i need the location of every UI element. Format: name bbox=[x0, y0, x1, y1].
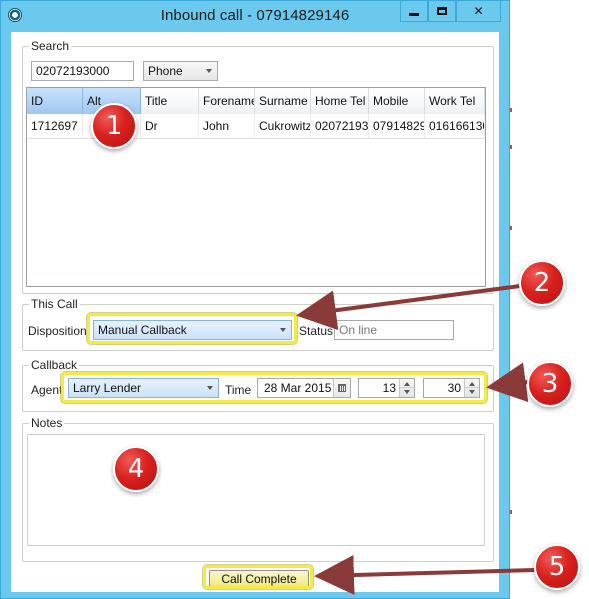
table-cell-mobile: 0791482914 bbox=[369, 114, 425, 138]
annotation-marker-1: 1 bbox=[91, 103, 137, 149]
annotation-marker-4: 4 bbox=[113, 446, 159, 492]
column-header-home-tel[interactable]: Home Tel bbox=[311, 88, 369, 114]
table-cell-work-tel: 0161661300 bbox=[425, 114, 485, 138]
edge-artifact bbox=[510, 108, 512, 112]
status-field: On line bbox=[334, 320, 454, 340]
window-titlebar[interactable]: Inbound call - 07914829146 ✕ bbox=[1, 1, 509, 31]
hour-spinner[interactable]: 13 bbox=[358, 378, 415, 398]
close-icon: ✕ bbox=[473, 4, 484, 18]
callback-date-value: 28 Mar 2015 bbox=[264, 381, 332, 395]
minute-spinner[interactable]: 30 bbox=[423, 378, 480, 398]
column-header-id[interactable]: ID bbox=[27, 88, 83, 114]
search-input[interactable]: 02072193000 bbox=[31, 61, 134, 81]
inbound-call-window: Inbound call - 07914829146 ✕ Search 0207… bbox=[0, 0, 510, 599]
spin-down-icon[interactable] bbox=[404, 390, 410, 394]
dropdown-arrow-icon bbox=[207, 386, 213, 390]
window-client-area: Search 02072193000 Phone ID Alt Title Fo… bbox=[11, 32, 499, 592]
column-header-work-tel[interactable]: Work Tel bbox=[425, 88, 485, 114]
spin-divider bbox=[400, 387, 414, 388]
agent-select[interactable]: Larry Lender bbox=[68, 378, 219, 398]
annotation-marker-5: 5 bbox=[534, 544, 580, 590]
callback-group-label: Callback bbox=[29, 358, 80, 372]
table-cell-title: Dr bbox=[141, 114, 199, 138]
search-group-label: Search bbox=[29, 39, 72, 53]
dropdown-arrow-icon bbox=[206, 69, 212, 73]
this-call-group-label: This Call bbox=[29, 297, 80, 311]
edge-artifact bbox=[510, 510, 512, 514]
agent-label: Agent bbox=[31, 383, 63, 397]
dropdown-arrow-icon bbox=[280, 328, 286, 332]
table-cell-id: 1712697 bbox=[27, 114, 83, 138]
hour-spin-buttons[interactable] bbox=[399, 379, 414, 397]
screenshot-stage: Inbound call - 07914829146 ✕ Search 0207… bbox=[0, 0, 589, 599]
spin-down-icon[interactable] bbox=[469, 390, 475, 394]
time-label: Time bbox=[225, 383, 252, 397]
disposition-value: Manual Callback bbox=[98, 323, 187, 337]
calendar-icon bbox=[338, 384, 346, 392]
notes-textarea[interactable] bbox=[27, 434, 485, 546]
spin-up-icon[interactable] bbox=[404, 382, 410, 386]
edge-artifact bbox=[510, 145, 512, 149]
disposition-label: Disposition bbox=[28, 324, 87, 338]
minute-value: 30 bbox=[447, 381, 461, 395]
call-complete-button[interactable]: Call Complete bbox=[209, 570, 309, 588]
spin-up-icon[interactable] bbox=[469, 382, 475, 386]
search-type-select[interactable]: Phone bbox=[143, 61, 218, 81]
column-header-forename[interactable]: Forename bbox=[199, 88, 255, 114]
calendar-button[interactable] bbox=[333, 379, 350, 397]
annotation-marker-2: 2 bbox=[519, 260, 565, 306]
column-header-title[interactable]: Title bbox=[141, 88, 199, 114]
edge-artifact bbox=[510, 226, 512, 230]
disposition-select[interactable]: Manual Callback bbox=[93, 320, 292, 340]
column-header-surname[interactable]: Surname bbox=[255, 88, 311, 114]
minute-spin-buttons[interactable] bbox=[464, 379, 479, 397]
search-type-value: Phone bbox=[148, 64, 183, 78]
column-header-mobile[interactable]: Mobile bbox=[369, 88, 425, 114]
status-label: Status bbox=[299, 324, 334, 338]
table-cell-forename: John bbox=[199, 114, 255, 138]
minimize-button[interactable] bbox=[400, 1, 428, 22]
notes-group-label: Notes bbox=[29, 416, 65, 430]
window-controls: ✕ bbox=[400, 1, 501, 22]
minimize-icon bbox=[409, 13, 419, 16]
table-cell-home-tel: 0207219300 bbox=[311, 114, 369, 138]
maximize-button[interactable] bbox=[428, 1, 456, 22]
maximize-icon bbox=[437, 7, 447, 15]
close-button[interactable]: ✕ bbox=[456, 1, 501, 22]
hour-value: 13 bbox=[382, 381, 396, 395]
agent-value: Larry Lender bbox=[73, 381, 142, 395]
spin-divider bbox=[465, 387, 479, 388]
callback-date-picker[interactable]: 28 Mar 2015 bbox=[257, 378, 351, 398]
table-cell-surname: Cukrowitz bbox=[255, 114, 311, 138]
annotation-marker-3: 3 bbox=[527, 361, 573, 407]
